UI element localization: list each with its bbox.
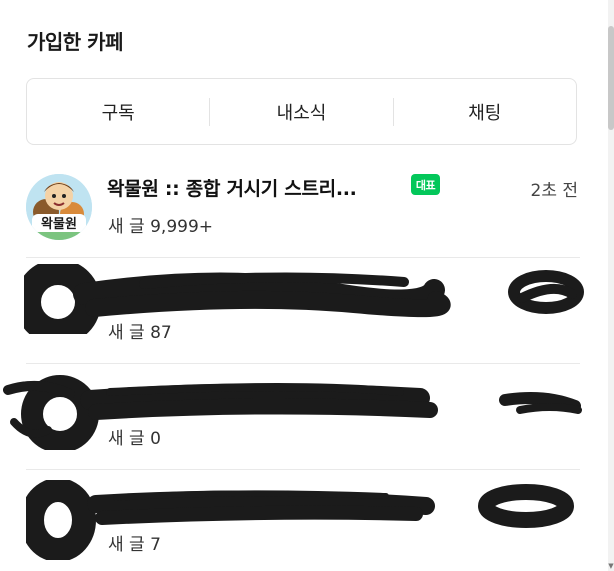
last-activity-time: 2초 전: [530, 181, 579, 201]
new-posts-number: 9,999+: [150, 217, 214, 237]
new-posts-count: 새 글 9,999+: [108, 212, 213, 237]
joined-cafes-panel: 가입한 카페 구독 내소식 채팅 왁물원 왁물원:: 종합 거시기 스트리..…: [0, 0, 614, 571]
cafe-list-item[interactable]: 새 글 0: [3, 364, 582, 470]
tab-chat[interactable]: 채팅: [394, 79, 576, 144]
cafe-name[interactable]: 왁물원 :: 종합 거시기 스트리...: [107, 174, 357, 201]
tab-my-news[interactable]: 내소식: [210, 79, 392, 144]
cafe-avatar-icon: 왁물원: [26, 174, 92, 240]
cafe-list: 왁물원 왁물원 :: 종합 거시기 스트리... 대표 2초 전 새 글 9,9…: [3, 152, 584, 571]
section-title: 가입한 카페: [27, 30, 123, 54]
new-posts-number: 87: [150, 323, 172, 343]
representative-badge: 대표: [411, 174, 440, 195]
new-posts-count: 새 글 87: [108, 318, 172, 343]
new-posts-label: 새 글: [108, 429, 145, 449]
cafe-list-item[interactable]: 새 글 7: [26, 470, 580, 571]
new-posts-number: 0: [150, 429, 161, 449]
redaction-scribble: [3, 375, 582, 450]
cafe-avatar-image[interactable]: 왁물원: [26, 174, 92, 240]
new-posts-label: 새 글: [108, 217, 145, 237]
new-posts-count: 새 글 0: [108, 424, 161, 449]
new-posts-label: 새 글: [108, 323, 145, 343]
new-posts-label: 새 글: [108, 535, 145, 555]
scrollbar-thumb[interactable]: [608, 26, 614, 130]
cafe-list-item[interactable]: 왁물원 왁물원 :: 종합 거시기 스트리... 대표 2초 전 새 글 9,9…: [26, 152, 580, 258]
cafe-tabs: 구독 내소식 채팅: [26, 78, 577, 145]
new-posts-number: 7: [150, 535, 161, 555]
svg-text:왁물원: 왁물원: [41, 217, 77, 232]
scroll-down-arrow-icon[interactable]: ▼: [608, 563, 614, 570]
cafe-list-item[interactable]: 새 글 87: [24, 258, 584, 364]
new-posts-count: 새 글 7: [108, 530, 161, 555]
tab-subscribe[interactable]: 구독: [27, 79, 209, 144]
